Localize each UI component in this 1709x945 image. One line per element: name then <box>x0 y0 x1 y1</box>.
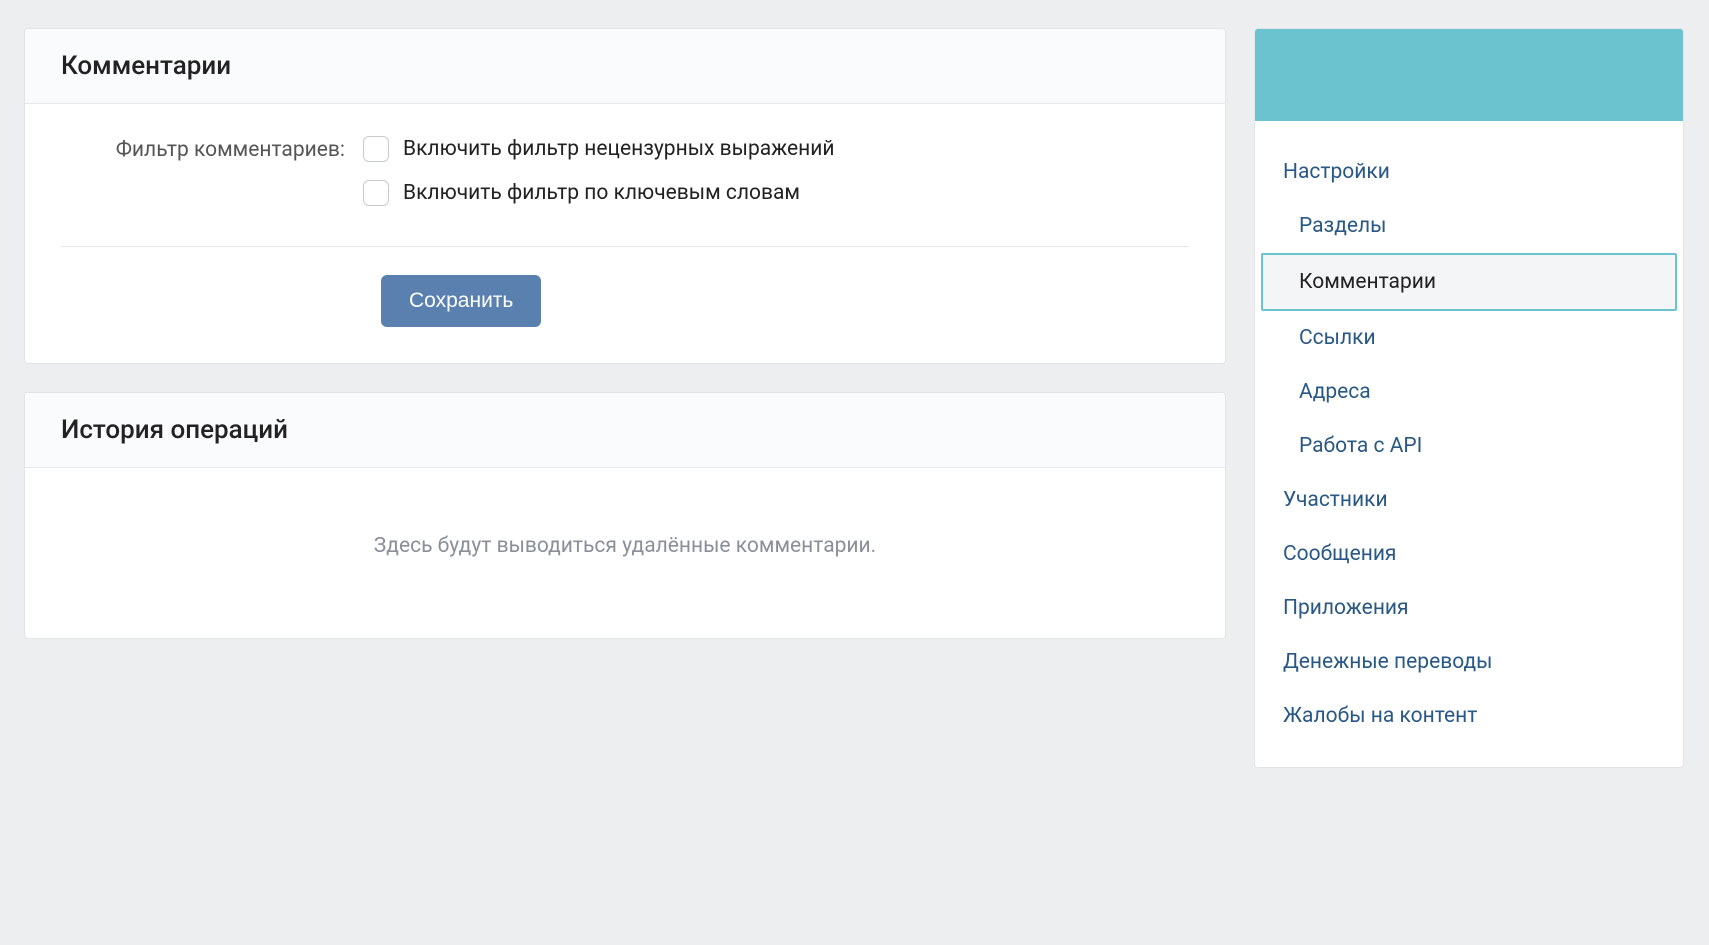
nav-item-sections[interactable]: Разделы <box>1255 199 1683 253</box>
nav-item-api[interactable]: Работа с API <box>1255 419 1683 473</box>
comments-card-title: Комментарии <box>25 29 1225 104</box>
history-empty-text: Здесь будут выводиться удалённые коммент… <box>61 500 1189 602</box>
nav-item-transfers[interactable]: Денежные переводы <box>1255 635 1683 689</box>
nav-item-links[interactable]: Ссылки <box>1255 311 1683 365</box>
history-card: История операций Здесь будут выводиться … <box>24 392 1226 639</box>
filter-label: Фильтр комментариев: <box>61 136 363 224</box>
save-button[interactable]: Сохранить <box>381 275 541 327</box>
nav-item-apps[interactable]: Приложения <box>1255 581 1683 635</box>
checkbox-profanity-label: Включить фильтр нецензурных выражений <box>403 137 835 161</box>
checkbox-keywords-label: Включить фильтр по ключевым словам <box>403 181 800 205</box>
history-card-title: История операций <box>25 393 1225 468</box>
comments-card: Комментарии Фильтр комментариев: Включит… <box>24 28 1226 364</box>
nav-item-reports[interactable]: Жалобы на контент <box>1255 689 1683 743</box>
nav-item-comments[interactable]: Комментарии <box>1261 253 1677 311</box>
nav-item-members[interactable]: Участники <box>1255 473 1683 527</box>
checkbox-keywords-filter[interactable] <box>363 180 389 206</box>
checkbox-profanity-filter[interactable] <box>363 136 389 162</box>
sidebar-nav: Настройки Разделы Комментарии Ссылки Адр… <box>1255 121 1683 767</box>
nav-item-settings[interactable]: Настройки <box>1255 145 1683 199</box>
divider <box>61 246 1189 247</box>
nav-item-addresses[interactable]: Адреса <box>1255 365 1683 419</box>
sidebar: Настройки Разделы Комментарии Ссылки Адр… <box>1254 28 1684 768</box>
nav-item-messages[interactable]: Сообщения <box>1255 527 1683 581</box>
sidebar-banner <box>1255 29 1683 121</box>
